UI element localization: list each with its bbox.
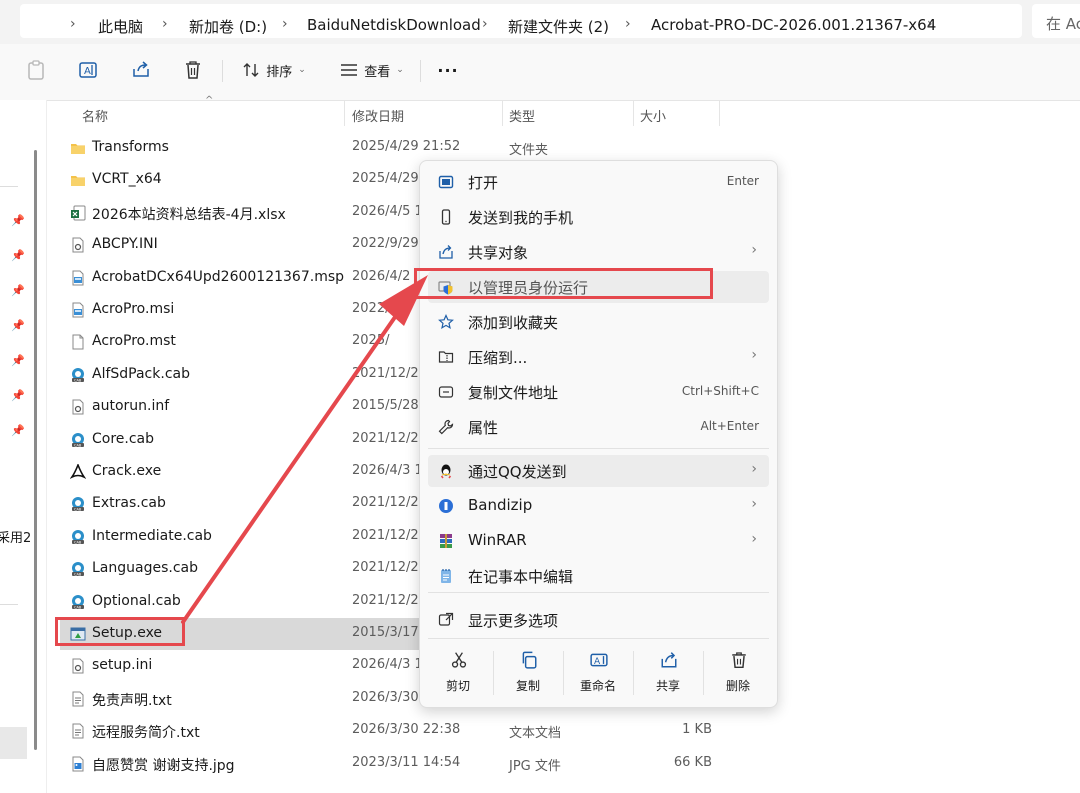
annotation-arrow <box>181 275 428 624</box>
